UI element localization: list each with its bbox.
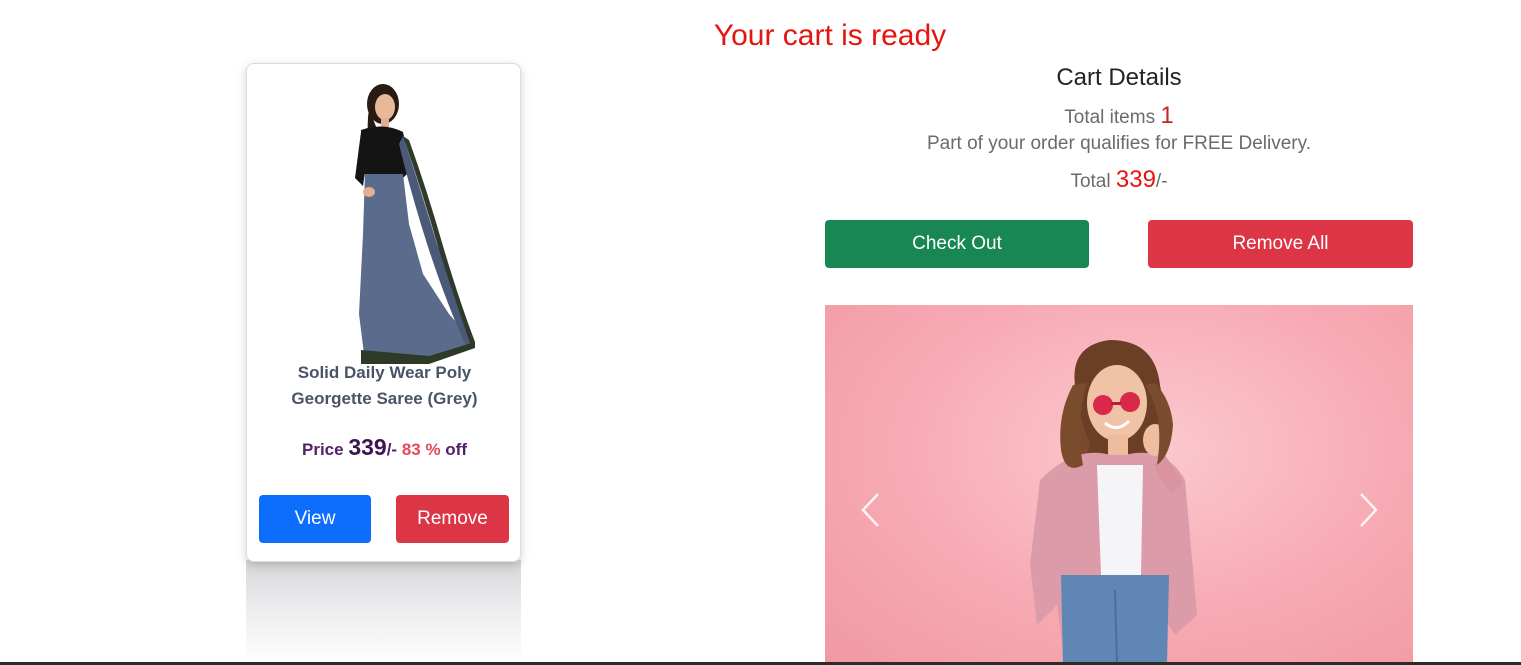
cart-details-title: Cart Details: [1056, 64, 1182, 91]
total-items: Total items 1: [825, 104, 1413, 130]
delivery-note: Part of your order qualifies for FREE De…: [926, 133, 1311, 154]
discount-value: 83 %: [401, 440, 441, 459]
carousel-slide-image: [1030, 340, 1197, 665]
cart-page: Your cart is ready Solid Daily Wear Poly…: [0, 0, 1521, 665]
card-reflection: [246, 560, 521, 665]
cart-details: Cart Details Total items 1 Part of your …: [825, 60, 1413, 197]
product-card: Solid Daily Wear Poly Georgette Saree (G…: [246, 63, 521, 562]
price-suffix: /-: [386, 440, 398, 459]
cart-total-label: Total: [1070, 171, 1111, 192]
view-button[interactable]: View: [259, 495, 371, 543]
remove-all-button[interactable]: Remove All: [1148, 220, 1413, 268]
chevron-right-icon[interactable]: [1354, 490, 1384, 530]
discount-suffix: off: [445, 440, 468, 459]
cart-total-suffix: /-: [1155, 171, 1168, 192]
total-items-label: Total items: [1064, 107, 1156, 128]
cart-total: Total 339/-: [825, 165, 1413, 197]
price-value: 339: [348, 434, 387, 460]
product-image[interactable]: [299, 74, 479, 364]
remove-button[interactable]: Remove: [396, 495, 509, 543]
price-row: Price 339/- 83 % off: [247, 434, 522, 461]
price-label: Price: [301, 440, 344, 459]
total-items-count: 1: [1160, 102, 1174, 129]
promo-carousel[interactable]: [825, 305, 1413, 665]
page-title: Your cart is ready: [713, 19, 947, 52]
product-title[interactable]: Solid Daily Wear Poly Georgette Saree (G…: [267, 360, 502, 412]
chevron-left-icon[interactable]: [855, 490, 885, 530]
checkout-button[interactable]: Check Out: [825, 220, 1089, 268]
cart-total-value: 339: [1115, 166, 1156, 193]
